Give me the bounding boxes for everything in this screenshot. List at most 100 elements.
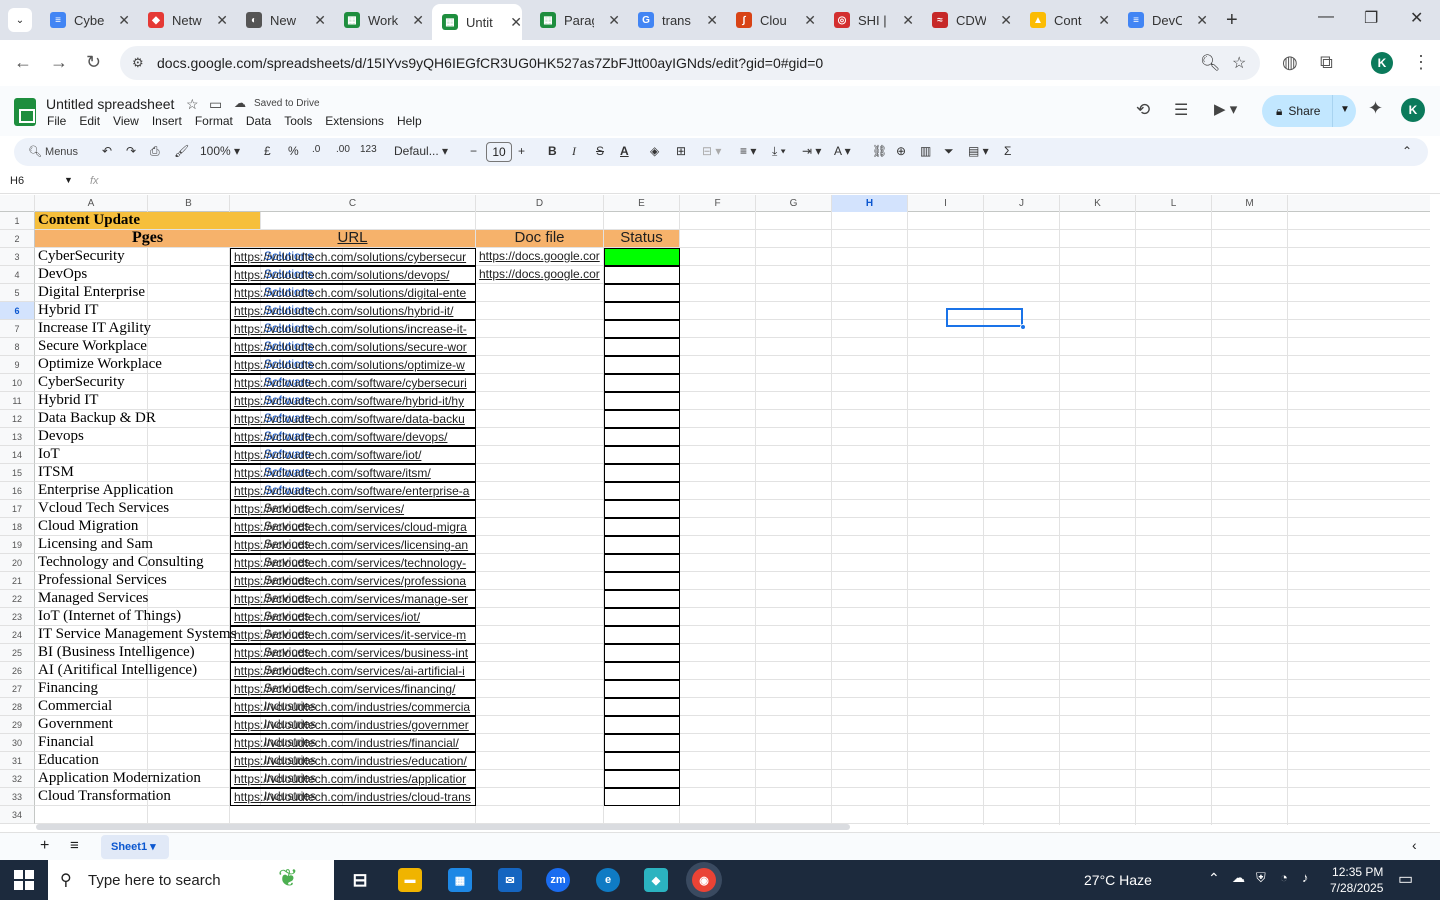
wifi-icon[interactable]: ◔	[1280, 870, 1288, 885]
gemini-icon[interactable]: ✦	[1368, 98, 1383, 119]
minimize-button[interactable]: —	[1318, 8, 1334, 26]
page-cell[interactable]: IT Service Management Systems	[35, 626, 261, 644]
strikethrough-button[interactable]: S	[596, 144, 604, 158]
font-size-decrease[interactable]: −	[470, 144, 477, 158]
merge-cells-icon[interactable]: ⊟ ▾	[702, 144, 721, 158]
status-cell[interactable]	[604, 464, 680, 482]
row-header[interactable]: 30	[0, 734, 35, 752]
page-cell[interactable]: Digital Enterprise	[35, 284, 261, 302]
url-cell[interactable]: https://vcloudtech.com/software/data-bac…	[230, 410, 476, 428]
windows-start-icon[interactable]	[14, 870, 34, 890]
page-cell[interactable]: Data Backup & DR	[35, 410, 261, 428]
menu-insert[interactable]: Insert	[152, 114, 182, 128]
row-header[interactable]: 6	[0, 302, 35, 320]
row-header[interactable]: 19	[0, 536, 35, 554]
row-header[interactable]: 17	[0, 500, 35, 518]
forward-icon[interactable]: →	[50, 52, 68, 73]
status-cell[interactable]	[604, 752, 680, 770]
status-cell[interactable]	[604, 302, 680, 320]
page-cell[interactable]: Secure Workplace	[35, 338, 261, 356]
row-header[interactable]: 16	[0, 482, 35, 500]
insert-link-icon[interactable]: ⛓	[872, 144, 887, 158]
star-icon[interactable]: ☆	[186, 96, 199, 113]
site-info-icon[interactable]: ⚙	[132, 55, 144, 71]
row-header[interactable]: 29	[0, 716, 35, 734]
meet-icon[interactable]: ▶ ▾	[1214, 100, 1237, 118]
status-cell[interactable]	[604, 644, 680, 662]
fill-color-icon[interactable]: ◈	[650, 144, 659, 158]
browser-tab[interactable]: ◐ New ✕	[236, 6, 326, 34]
column-header[interactable]: E	[604, 195, 680, 212]
omnibox[interactable]: ⚙ docs.google.com/spreadsheets/d/15IYvs9…	[120, 46, 1260, 80]
page-cell[interactable]: Managed Services	[35, 590, 261, 608]
extensions-icon[interactable]: ⧉	[1320, 52, 1333, 73]
status-cell[interactable]	[604, 392, 680, 410]
file-explorer-icon[interactable]: ▬	[398, 868, 422, 892]
taskbar-search[interactable]: ⚲ Type here to search ❦	[48, 860, 334, 900]
profile-avatar[interactable]: K	[1371, 52, 1393, 74]
row-header[interactable]: 18	[0, 518, 35, 536]
borders-icon[interactable]: ⊞	[676, 144, 686, 158]
doc-file-cell[interactable]: https://docs.google.cor	[476, 266, 604, 284]
status-cell[interactable]	[604, 698, 680, 716]
volume-icon[interactable]: ♪	[1302, 870, 1309, 885]
zoom-app-icon[interactable]: zm	[546, 868, 570, 892]
url-cell[interactable]: https://vcloudtech.com/software/itsm/	[230, 464, 476, 482]
status-cell[interactable]	[604, 554, 680, 572]
task-view-icon[interactable]: ⊟	[348, 868, 372, 892]
title-cell[interactable]: Content Update	[35, 212, 261, 230]
menu-extensions[interactable]: Extensions	[325, 114, 384, 128]
row-header[interactable]: 8	[0, 338, 35, 356]
row-header[interactable]: 33	[0, 788, 35, 806]
page-cell[interactable]: Devops	[35, 428, 261, 446]
tab-close-icon[interactable]: ✕	[1000, 12, 1012, 29]
text-wrap-icon[interactable]: ⇥ ▾	[802, 144, 821, 158]
url-cell[interactable]: https://vcloudtech.com/industries/educat…	[230, 752, 476, 770]
header-pages[interactable]: Pges	[35, 230, 261, 248]
status-cell[interactable]	[604, 446, 680, 464]
browser-tab[interactable]: Gtrans ✕	[628, 6, 718, 34]
status-cell[interactable]	[604, 662, 680, 680]
status-cell[interactable]	[604, 536, 680, 554]
page-cell[interactable]: Cloud Transformation	[35, 788, 261, 806]
horizontal-align-icon[interactable]: ≡ ▾	[740, 144, 756, 158]
close-window-button[interactable]: ✕	[1410, 8, 1423, 28]
status-cell[interactable]	[604, 410, 680, 428]
row-header[interactable]: 34	[0, 806, 35, 824]
url-cell[interactable]: https://vcloudtech.com/solutions/increas…	[230, 320, 476, 338]
url-cell[interactable]: https://vcloudtech.com/services/professi…	[230, 572, 476, 590]
row-header[interactable]: 5	[0, 284, 35, 302]
bookmark-star-icon[interactable]: ☆	[1232, 53, 1246, 73]
status-cell[interactable]	[604, 500, 680, 518]
tab-close-icon[interactable]: ✕	[118, 12, 130, 29]
selected-cell[interactable]	[946, 308, 1023, 327]
page-cell[interactable]: DevOps	[35, 266, 261, 284]
status-cell[interactable]	[604, 788, 680, 806]
column-header[interactable]: G	[756, 195, 832, 212]
header-doc-file[interactable]: Doc file	[476, 230, 604, 248]
page-cell[interactable]: ITSM	[35, 464, 261, 482]
row-header[interactable]: 9	[0, 356, 35, 374]
tray-overflow-icon[interactable]: ⌃	[1208, 870, 1220, 887]
page-cell[interactable]: Financial	[35, 734, 261, 752]
browser-tab[interactable]: ◎ SHI | ✕	[824, 6, 914, 34]
menu-tools[interactable]: Tools	[284, 114, 312, 128]
horizontal-scrollbar[interactable]	[36, 824, 850, 830]
bold-button[interactable]: B	[548, 144, 557, 158]
security-icon[interactable]: ⛨	[1256, 870, 1266, 886]
page-cell[interactable]: Enterprise Application	[35, 482, 261, 500]
row-header[interactable]: 21	[0, 572, 35, 590]
url-cell[interactable]: https://vcloudtech.com/industries/applic…	[230, 770, 476, 788]
cloud-saved-icon[interactable]: ☁	[234, 96, 246, 110]
mail-icon[interactable]: ✉	[498, 868, 522, 892]
page-cell[interactable]: Financing	[35, 680, 261, 698]
back-icon[interactable]: ←	[14, 52, 32, 73]
tab-close-icon[interactable]: ✕	[412, 12, 424, 29]
font-select[interactable]: Defaul... ▾	[394, 144, 448, 158]
tab-close-icon[interactable]: ✕	[902, 12, 914, 29]
text-color-button[interactable]: A	[620, 144, 629, 158]
row-header[interactable]: 15	[0, 464, 35, 482]
browser-tab[interactable]: ▦ Work ✕	[334, 6, 424, 34]
column-header[interactable]: J	[984, 195, 1060, 212]
header-url[interactable]: URL	[230, 230, 476, 248]
